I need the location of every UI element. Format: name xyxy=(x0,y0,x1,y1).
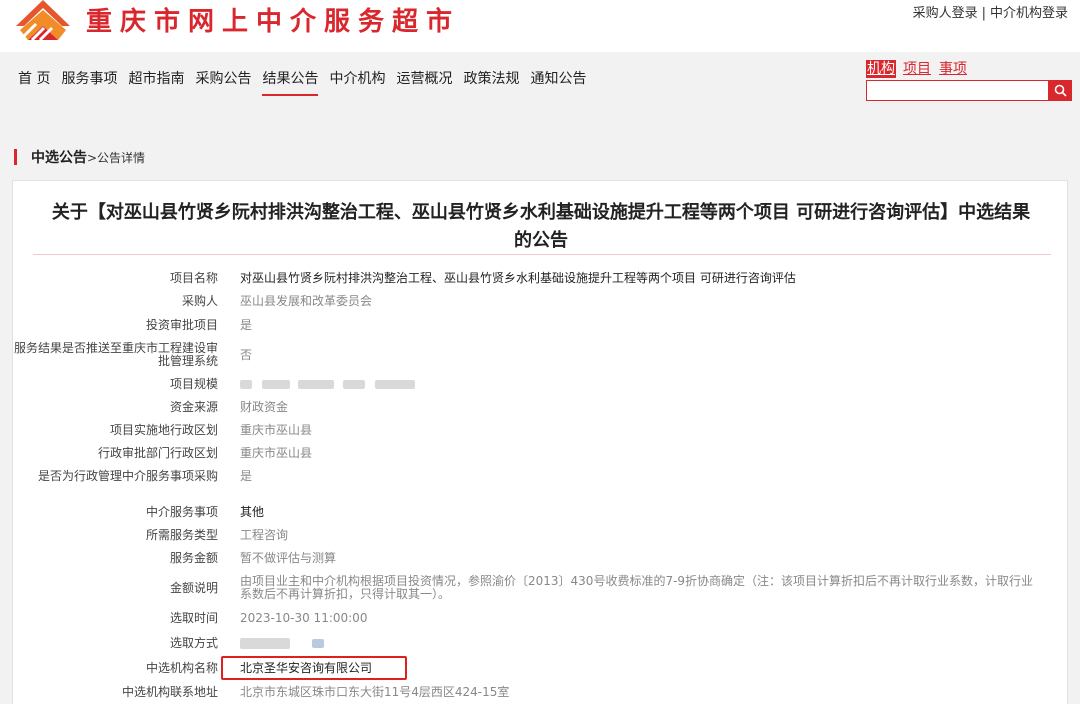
field-push-to-system: 服务结果是否推送至重庆市工程建设审批管理系统 否 xyxy=(13,342,1069,368)
field-value: 是 xyxy=(240,469,253,483)
field-label: 采购人 xyxy=(181,294,218,308)
site-header: 重庆市网上中介服务超市 采购人登录 | 中介机构登录 xyxy=(0,0,1080,52)
login-links: 采购人登录 | 中介机构登录 xyxy=(913,2,1068,21)
field-value: 由项目业主和中介机构根据项目投资情况，参照渝价〔2013〕430号收费标准的7-… xyxy=(240,574,1034,601)
redacted-block xyxy=(311,639,324,648)
field-value: 北京市东城区珠市口东大街11号4层西区424-15室 xyxy=(240,685,510,699)
field-winner-address: 中选机构联系地址 北京市东城区珠市口东大街11号4层西区424-15室 xyxy=(13,686,1069,699)
field-service-item: 中介服务事项 其他 xyxy=(13,506,1069,519)
breadcrumb: 中选公告 >公告详情 xyxy=(14,148,145,166)
field-approval-region: 行政审批部门行政区划 重庆市巫山县 xyxy=(13,447,1069,460)
field-label: 选取时间 xyxy=(169,611,218,625)
field-fund-source: 资金来源 财政资金 xyxy=(13,401,1069,414)
redacted-block xyxy=(375,380,416,389)
field-label: 行政审批部门行政区划 xyxy=(97,446,218,460)
field-label: 服务金额 xyxy=(169,551,218,565)
field-value: 重庆市巫山县 xyxy=(240,423,313,437)
nav-purchase-notices[interactable]: 采购公告 xyxy=(195,70,251,96)
field-label: 资金来源 xyxy=(169,400,218,414)
search-box: 机构 项目 事项 xyxy=(866,60,1072,104)
buyer-login-link[interactable]: 采购人登录 xyxy=(913,6,978,21)
field-label: 所需服务类型 xyxy=(145,528,218,542)
field-value: 是 xyxy=(240,318,253,332)
field-label: 项目实施地行政区划 xyxy=(109,423,218,437)
site-title: 重庆市网上中介服务超市 xyxy=(86,7,461,37)
field-project-scale: 项目规模 xyxy=(13,378,1069,391)
field-value: 暂不做评估与测算 xyxy=(240,551,337,565)
field-value: 重庆市巫山县 xyxy=(240,446,313,460)
field-label: 选取方式 xyxy=(169,636,218,650)
field-value: 财政资金 xyxy=(240,400,289,414)
nav-result-notices[interactable]: 结果公告 xyxy=(262,70,319,96)
field-value: 其他 xyxy=(240,505,265,519)
winner-highlight-box xyxy=(221,656,407,680)
agency-login-link[interactable]: 中介机构登录 xyxy=(990,6,1068,21)
field-service-amount: 服务金额 暂不做评估与测算 xyxy=(13,552,1069,565)
nav-service-items[interactable]: 服务事项 xyxy=(61,70,117,96)
login-separator: | xyxy=(981,6,986,21)
nav-market-guide[interactable]: 超市指南 xyxy=(128,70,184,96)
notice-panel: 关于【对巫山县竹贤乡阮村排洪沟整治工程、巫山县竹贤乡水利基础设施提升工程等两个项… xyxy=(12,180,1068,704)
redacted-block xyxy=(240,638,290,649)
notice-title-line2: 的公告 xyxy=(514,230,568,251)
field-investment-approval: 投资审批项目 是 xyxy=(13,319,1069,332)
nav-notifications[interactable]: 通知公告 xyxy=(530,70,586,96)
field-amount-note: 金额说明 由项目业主和中介机构根据项目投资情况，参照渝价〔2013〕430号收费… xyxy=(13,575,1069,601)
breadcrumb-accent-bar xyxy=(14,149,17,165)
breadcrumb-current: >公告详情 xyxy=(87,150,146,165)
field-select-time: 选取时间 2023-10-30 11:00:00 xyxy=(13,612,1069,625)
search-icon xyxy=(1054,84,1067,97)
nav-operations[interactable]: 运营概况 xyxy=(396,70,452,96)
search-tabs: 机构 项目 事项 xyxy=(866,60,1072,78)
field-value: 对巫山县竹贤乡阮村排洪沟整治工程、巫山县竹贤乡水利基础设施提升工程等两个项目 可… xyxy=(240,271,796,285)
field-value-redacted xyxy=(240,378,1045,391)
main-nav: 首 页 服务事项 超市指南 采购公告 结果公告 中介机构 运营概况 政策法规 通… xyxy=(18,70,597,96)
field-select-method: 选取方式 xyxy=(13,637,1069,650)
search-tab-item[interactable]: 事项 xyxy=(938,60,968,78)
redacted-block xyxy=(240,380,252,389)
nav-agencies[interactable]: 中介机构 xyxy=(329,70,385,96)
field-value-redacted xyxy=(240,637,1045,650)
field-value: 否 xyxy=(240,347,253,362)
field-value: 工程咨询 xyxy=(240,528,289,542)
search-input[interactable] xyxy=(869,82,1045,99)
title-divider xyxy=(33,254,1051,255)
field-impl-region: 项目实施地行政区划 重庆市巫山县 xyxy=(13,424,1069,437)
field-label: 项目名称 xyxy=(169,271,218,285)
field-buyer: 采购人 巫山县发展和改革委员会 xyxy=(13,295,1069,308)
field-label: 金额说明 xyxy=(169,580,218,595)
nav-home[interactable]: 首 页 xyxy=(18,70,50,96)
field-label: 中选机构名称 xyxy=(145,661,218,675)
field-winner-name: 中选机构名称 北京圣华安咨询有限公司 xyxy=(13,662,1069,675)
redacted-block xyxy=(261,380,290,389)
search-tab-project[interactable]: 项目 xyxy=(902,60,932,78)
field-admin-purchase: 是否为行政管理中介服务事项采购 是 xyxy=(13,470,1069,483)
field-project-name: 项目名称 对巫山县竹贤乡阮村排洪沟整治工程、巫山县竹贤乡水利基础设施提升工程等两… xyxy=(13,272,1069,285)
field-value: 2023-10-30 11:00:00 xyxy=(240,611,368,625)
field-label: 中介服务事项 xyxy=(145,505,218,519)
field-value: 巫山县发展和改革委员会 xyxy=(240,294,373,308)
field-label: 项目规模 xyxy=(169,377,218,391)
notice-title-line1: 关于【对巫山县竹贤乡阮村排洪沟整治工程、巫山县竹贤乡水利基础设施提升工程等两个项… xyxy=(51,202,1031,223)
field-service-type: 所需服务类型 工程咨询 xyxy=(13,529,1069,542)
nav-policies[interactable]: 政策法规 xyxy=(463,70,519,96)
search-row xyxy=(866,80,1072,101)
notice-title: 关于【对巫山县竹贤乡阮村排洪沟整治工程、巫山县竹贤乡水利基础设施提升工程等两个项… xyxy=(33,199,1049,255)
search-button[interactable] xyxy=(1048,80,1072,101)
field-label: 是否为行政管理中介服务事项采购 xyxy=(37,469,218,483)
field-label: 服务结果是否推送至重庆市工程建设审批管理系统 xyxy=(13,341,218,368)
redacted-block xyxy=(297,380,334,389)
main-navbar: 首 页 服务事项 超市指南 采购公告 结果公告 中介机构 运营概况 政策法规 通… xyxy=(0,52,1080,114)
redacted-block xyxy=(343,380,366,389)
field-label: 投资审批项目 xyxy=(145,318,218,332)
breadcrumb-link-winning-notices[interactable]: 中选公告 xyxy=(31,147,87,167)
site-logo-icon[interactable] xyxy=(14,0,72,44)
field-label: 中选机构联系地址 xyxy=(121,685,218,699)
search-tab-agency[interactable]: 机构 xyxy=(866,60,896,78)
